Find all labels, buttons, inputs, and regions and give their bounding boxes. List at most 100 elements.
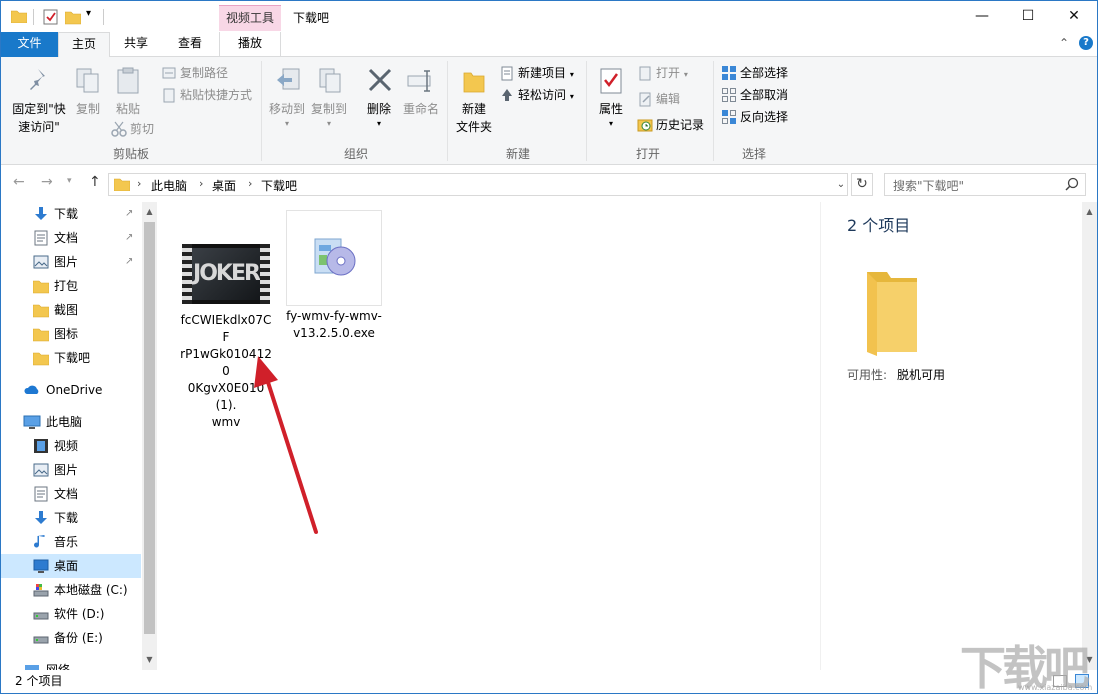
cut-button[interactable]: 剪切 <box>111 119 154 139</box>
forward-arrow-icon[interactable]: → <box>41 174 53 190</box>
onedrive-cloud-icon <box>23 382 39 398</box>
nav-item-pc-folder[interactable]: 下载 <box>1 506 141 530</box>
breadcrumb-current-folder[interactable]: 下载吧 <box>261 177 297 194</box>
paste-shortcut-button[interactable]: 粘贴快捷方式 <box>161 85 252 105</box>
tab-home[interactable]: 主页 <box>58 32 110 58</box>
select-group-label: 选择 <box>741 147 766 161</box>
history-button[interactable]: 历史记录 <box>637 115 704 135</box>
new-folder-icon[interactable] <box>64 9 82 28</box>
nav-item-pc-folder[interactable]: 视频 <box>1 434 141 458</box>
copy-path-button[interactable]: 复制路径 <box>161 63 228 83</box>
edit-button[interactable]: 编辑 <box>637 89 680 109</box>
scroll-up-icon[interactable]: ▲ <box>1082 204 1097 220</box>
nav-item-pc-folder[interactable]: 备份 (E:) <box>1 626 141 650</box>
address-bar[interactable]: › 此电脑 › 桌面 › 下载吧 <box>108 173 848 196</box>
open-button[interactable]: 打开 ▾ <box>637 63 688 83</box>
properties-check-icon[interactable] <box>43 9 59 28</box>
paste-icon <box>115 67 141 98</box>
nav-scrollbar[interactable]: ▲ ▼ <box>142 202 157 670</box>
network-icon <box>23 662 39 670</box>
drive-icon <box>33 630 49 646</box>
details-scrollbar[interactable]: ▲ ▼ <box>1082 202 1097 670</box>
file-list-area[interactable]: JOKER fcCWIEkdlx07CF rP1wGk0104120 0KgvX… <box>158 202 818 670</box>
nav-item-quick-access[interactable]: 打包 <box>1 274 141 298</box>
nav-label: 下载 <box>54 511 79 525</box>
nav-label: 软件 (D:) <box>54 607 105 621</box>
pin-icon[interactable]: ↗ <box>125 250 133 274</box>
delete-x-icon <box>367 67 393 96</box>
nav-item-pc-folder[interactable]: 桌面 <box>1 554 141 578</box>
nav-item-quick-access[interactable]: 图标 <box>1 322 141 346</box>
file-item-exe[interactable]: fy-wmv-fy-wmv- v13.2.5.0.exe <box>286 210 382 342</box>
open-icon <box>637 65 653 81</box>
nav-item-this-pc[interactable]: 此电脑 <box>1 410 141 434</box>
nav-scroll-thumb[interactable] <box>144 222 155 634</box>
invert-selection-button[interactable]: 反向选择 <box>721 107 788 127</box>
pin-icon[interactable]: ↗ <box>125 202 133 226</box>
search-input[interactable]: 搜索"下载吧" <box>884 173 1086 196</box>
new-folder-button[interactable]: 新建 文件夹 <box>453 61 495 137</box>
system-drive-icon <box>33 582 49 598</box>
close-button[interactable]: ✕ <box>1051 1 1097 32</box>
pin-label-line1: 固定到"快 <box>12 102 66 116</box>
nav-item-quick-access[interactable]: 下载 ↗ <box>1 202 141 226</box>
nav-item-pc-folder[interactable]: 音乐 <box>1 530 141 554</box>
scissors-icon <box>111 121 127 137</box>
nav-item-pc-folder[interactable]: 软件 (D:) <box>1 602 141 626</box>
paste-button[interactable]: 粘贴 <box>111 61 145 121</box>
recent-locations-chevron-icon[interactable]: ▾ <box>67 176 72 186</box>
nav-item-quick-access[interactable]: 截图 <box>1 298 141 322</box>
maximize-button[interactable]: ☐ <box>1005 1 1051 32</box>
collapse-ribbon-icon[interactable]: ⌃ <box>1059 36 1069 50</box>
scroll-up-icon[interactable]: ▲ <box>142 204 157 220</box>
tab-view[interactable]: 查看 <box>167 32 213 57</box>
nav-item-quick-access[interactable]: 文档 ↗ <box>1 226 141 250</box>
tab-file[interactable]: 文件 <box>1 32 58 57</box>
search-icon[interactable] <box>1065 177 1079 194</box>
folder-icon <box>32 302 50 318</box>
nav-label: 桌面 <box>54 559 79 573</box>
rename-button[interactable]: 重命名 <box>401 61 441 121</box>
nav-item-quick-access[interactable]: 下载吧 <box>1 346 141 370</box>
pin-to-quick-access-button[interactable]: 固定到"快 速访问" <box>5 61 69 141</box>
copy-button[interactable]: 复制 <box>71 61 105 121</box>
breadcrumb-desktop[interactable]: 桌面 <box>212 177 236 194</box>
properties-button[interactable]: 属性 ▾ <box>591 61 631 137</box>
separator-icon <box>103 9 104 25</box>
nav-item-pc-folder[interactable]: 文档 <box>1 482 141 506</box>
breadcrumb-separator-icon[interactable]: › <box>137 177 141 190</box>
copy-to-button[interactable]: 复制到 ▾ <box>309 61 349 131</box>
move-to-button[interactable]: 移动到 ▾ <box>267 61 307 131</box>
select-none-button[interactable]: 全部取消 <box>721 85 788 105</box>
nav-item-pc-folder[interactable]: 本地磁盘 (C:) <box>1 578 141 602</box>
nav-item-quick-access[interactable]: 图片 ↗ <box>1 250 141 274</box>
address-history-chevron-icon[interactable]: ⌄ <box>833 174 849 195</box>
delete-button[interactable]: 删除 ▾ <box>361 61 397 131</box>
nav-label: 此电脑 <box>46 415 83 429</box>
tab-share[interactable]: 共享 <box>113 32 159 57</box>
new-item-button[interactable]: 新建项目 ▾ <box>499 63 574 83</box>
breadcrumb-separator-icon[interactable]: › <box>199 177 203 190</box>
minimize-button[interactable]: — <box>959 1 1005 32</box>
select-all-button[interactable]: 全部选择 <box>721 63 788 83</box>
nav-item-onedrive[interactable]: OneDrive <box>1 378 141 402</box>
drive-icon <box>33 606 49 622</box>
nav-item-network[interactable]: 网络 <box>1 658 141 670</box>
tab-play[interactable]: 播放 <box>219 32 281 57</box>
nav-item-pc-folder[interactable]: 图片 <box>1 458 141 482</box>
breadcrumb-separator-icon[interactable]: › <box>248 177 252 190</box>
help-icon[interactable]: ? <box>1079 36 1093 50</box>
navigation-pane: 下载 ↗ 文档 ↗ 图片 ↗ 打包 截图 图标 下载吧 OneDrive 此电脑 视频 图片 文档 下载… <box>1 202 157 670</box>
rename-icon <box>407 69 435 96</box>
pin-icon[interactable]: ↗ <box>125 226 133 250</box>
refresh-icon[interactable]: ↻ <box>851 173 873 196</box>
easy-access-button[interactable]: 轻松访问 ▾ <box>499 85 574 105</box>
up-arrow-icon[interactable]: ↑ <box>89 174 101 190</box>
new-folder-icon <box>462 67 486 98</box>
breadcrumb-this-pc[interactable]: 此电脑 <box>151 177 187 194</box>
customize-quick-access-icon[interactable]: ▾ <box>86 8 91 19</box>
pin-label-line2: 速访问" <box>18 120 60 134</box>
download-arrow-icon <box>33 206 49 222</box>
scroll-down-icon[interactable]: ▼ <box>142 652 157 668</box>
back-arrow-icon[interactable]: ← <box>13 174 25 190</box>
